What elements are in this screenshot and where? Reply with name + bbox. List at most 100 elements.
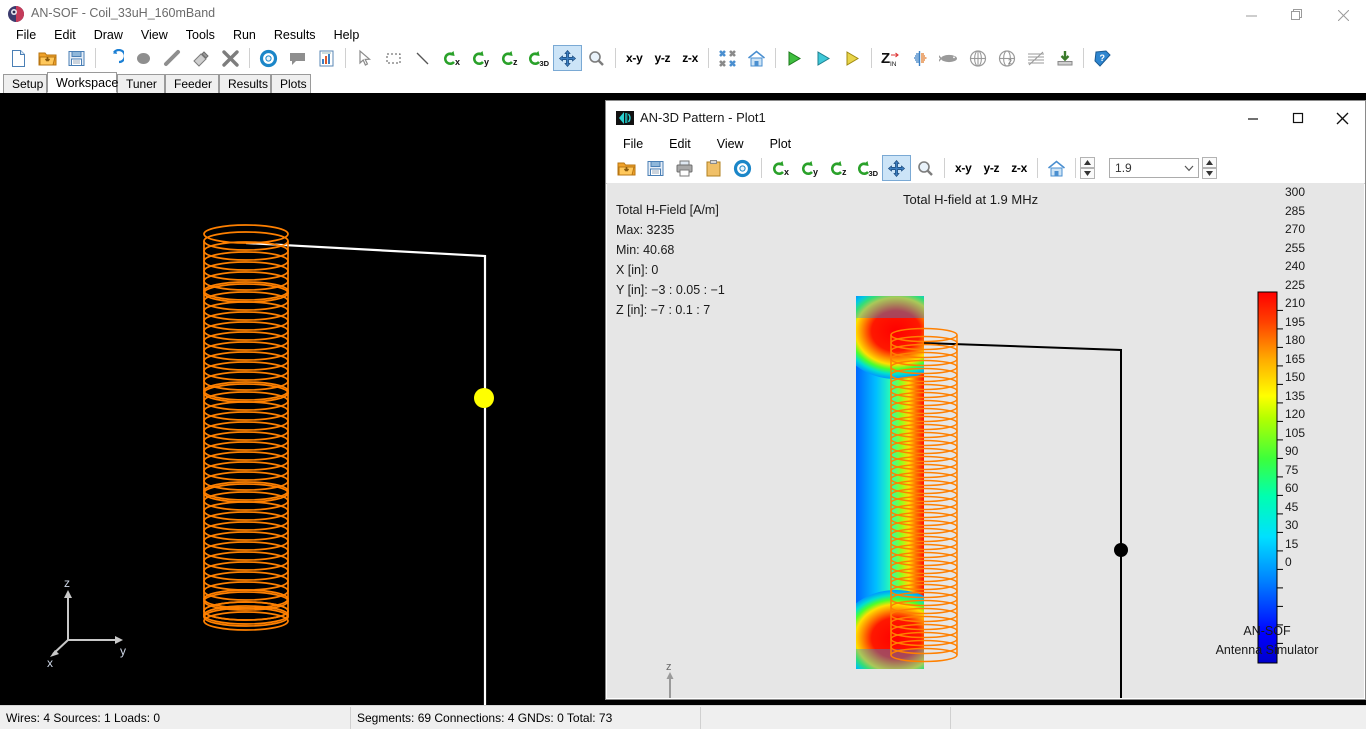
colorbar-tick-165: 165 bbox=[1285, 351, 1306, 366]
menu-tools[interactable]: Tools bbox=[177, 26, 224, 44]
rotate-3d-icon[interactable]: 3D bbox=[524, 45, 553, 71]
far-field-3d-icon[interactable] bbox=[963, 45, 992, 71]
rotate-y-icon[interactable]: y bbox=[795, 155, 824, 181]
view-zx-button[interactable]: z-x bbox=[1005, 155, 1033, 181]
tab-plots[interactable]: Plots bbox=[271, 74, 311, 93]
settings-gear-icon[interactable] bbox=[254, 45, 283, 71]
rotate-3d-icon[interactable]: 3D bbox=[853, 155, 882, 181]
delete-wire-icon[interactable] bbox=[216, 45, 245, 71]
menu-file[interactable]: File bbox=[7, 26, 45, 44]
status-bar: Wires: 4 Sources: 1 Loads: 0 Segments: 6… bbox=[0, 705, 1366, 729]
settings-gear-icon[interactable] bbox=[728, 155, 757, 181]
frequency-down[interactable] bbox=[1202, 168, 1218, 179]
frequency-spinner[interactable] bbox=[1202, 157, 1218, 179]
menu-draw[interactable]: Draw bbox=[85, 26, 132, 44]
view-zx-button[interactable]: z-x bbox=[676, 45, 704, 71]
frequency-step-down[interactable] bbox=[1080, 168, 1096, 179]
fit-view-icon[interactable] bbox=[713, 45, 742, 71]
tab-tuner[interactable]: Tuner bbox=[117, 74, 165, 93]
help-book-icon[interactable]: ? bbox=[1088, 45, 1117, 71]
svg-text:z: z bbox=[513, 57, 518, 67]
draw-arc-icon[interactable] bbox=[100, 45, 129, 71]
run-yellow-icon[interactable] bbox=[838, 45, 867, 71]
current-distribution-icon[interactable] bbox=[905, 45, 934, 71]
rotate-z-icon[interactable]: z bbox=[824, 155, 853, 181]
plot-canvas[interactable]: Total H-Field [A/m] Max: 3235 Min: 40.68… bbox=[607, 183, 1364, 698]
zoom-magnifier-icon[interactable] bbox=[582, 45, 611, 71]
print-icon[interactable] bbox=[670, 155, 699, 181]
menu-edit[interactable]: Edit bbox=[45, 26, 85, 44]
rotate-y-icon[interactable]: y bbox=[466, 45, 495, 71]
pan-move-icon[interactable] bbox=[882, 155, 911, 181]
view-xy-button[interactable]: x-y bbox=[949, 155, 977, 181]
chevron-down-icon[interactable] bbox=[1180, 165, 1198, 172]
minimize-button[interactable] bbox=[1230, 101, 1275, 135]
svg-text:z: z bbox=[842, 167, 847, 177]
plot-menu-view[interactable]: View bbox=[708, 135, 753, 153]
close-button[interactable] bbox=[1320, 101, 1365, 135]
menu-results[interactable]: Results bbox=[265, 26, 325, 44]
frequency-combo[interactable]: 1.9 bbox=[1109, 158, 1200, 178]
far-field-2d-icon[interactable]: 2 bbox=[992, 45, 1021, 71]
open-folder-icon[interactable] bbox=[33, 45, 62, 71]
plot-window-menubar: File Edit View Plot bbox=[606, 135, 1365, 153]
export-data-icon[interactable] bbox=[1050, 45, 1079, 71]
toolbar-separator bbox=[1037, 158, 1039, 178]
toolbar-separator bbox=[761, 158, 762, 178]
pan-move-icon[interactable] bbox=[553, 45, 582, 71]
draw-patch-icon[interactable] bbox=[187, 45, 216, 71]
menu-help[interactable]: Help bbox=[325, 26, 369, 44]
tab-feeder[interactable]: Feeder bbox=[165, 74, 219, 93]
frequency-step-spinner[interactable] bbox=[1080, 157, 1096, 179]
toolbar-separator bbox=[775, 48, 777, 68]
run-green-icon[interactable] bbox=[780, 45, 809, 71]
tab-workspace[interactable]: Workspace bbox=[47, 72, 118, 93]
view-yz-button[interactable]: y-z bbox=[977, 155, 1005, 181]
frequency-up[interactable] bbox=[1202, 157, 1218, 168]
view-xy-button[interactable]: x-y bbox=[620, 45, 648, 71]
new-file-icon[interactable] bbox=[4, 45, 33, 71]
plot-menu-edit[interactable]: Edit bbox=[660, 135, 700, 153]
colorbar-tick-270: 270 bbox=[1285, 222, 1306, 236]
copy-clipboard-icon[interactable] bbox=[699, 155, 728, 181]
save-icon[interactable] bbox=[62, 45, 91, 71]
draw-circle-icon[interactable] bbox=[129, 45, 158, 71]
colorbar-tick-210: 210 bbox=[1285, 296, 1306, 310]
plot-menu-file[interactable]: File bbox=[614, 135, 652, 153]
frequency-value: 1.9 bbox=[1115, 161, 1132, 175]
rotate-z-icon[interactable]: z bbox=[495, 45, 524, 71]
colorbar-tick-300: 300 bbox=[1285, 185, 1306, 199]
view-yz-button[interactable]: y-z bbox=[648, 45, 676, 71]
application-window: AN-SOF - Coil_33uH_160mBand File Edit Dr… bbox=[0, 0, 1366, 729]
rotate-x-icon[interactable]: x bbox=[766, 155, 795, 181]
view-xy-label: x-y bbox=[626, 51, 643, 65]
menu-run[interactable]: Run bbox=[224, 26, 265, 44]
colorbar-tick-75: 75 bbox=[1285, 462, 1299, 477]
zoom-magnifier-icon[interactable] bbox=[911, 155, 940, 181]
near-field-icon[interactable] bbox=[934, 45, 963, 71]
smith-chart-icon[interactable] bbox=[1021, 45, 1050, 71]
menu-view[interactable]: View bbox=[132, 26, 177, 44]
colorbar-tick-135: 135 bbox=[1285, 388, 1306, 403]
frequency-step-up[interactable] bbox=[1080, 157, 1096, 168]
tab-setup[interactable]: Setup bbox=[3, 74, 47, 93]
run-cyan-icon[interactable] bbox=[809, 45, 838, 71]
home-view-icon[interactable] bbox=[1042, 155, 1071, 181]
rotate-x-icon[interactable]: x bbox=[437, 45, 466, 71]
comment-icon[interactable] bbox=[283, 45, 312, 71]
select-arrow-icon[interactable] bbox=[350, 45, 379, 71]
open-folder-icon[interactable] bbox=[612, 155, 641, 181]
axis-label-z: z bbox=[64, 576, 70, 590]
line-tool-icon[interactable] bbox=[408, 45, 437, 71]
draw-line-icon[interactable] bbox=[158, 45, 187, 71]
tab-results[interactable]: Results bbox=[219, 74, 271, 93]
status-wires-info: Wires: 4 Sources: 1 Loads: 0 bbox=[6, 711, 161, 725]
colorbar-tick-0: 0 bbox=[1285, 555, 1292, 569]
save-icon[interactable] bbox=[641, 155, 670, 181]
report-icon[interactable] bbox=[312, 45, 341, 71]
plot-menu-plot[interactable]: Plot bbox=[761, 135, 801, 153]
input-impedance-icon[interactable]: Z IN bbox=[876, 45, 905, 71]
maximize-button[interactable] bbox=[1275, 101, 1320, 135]
home-view-icon[interactable] bbox=[742, 45, 771, 71]
box-select-icon[interactable] bbox=[379, 45, 408, 71]
